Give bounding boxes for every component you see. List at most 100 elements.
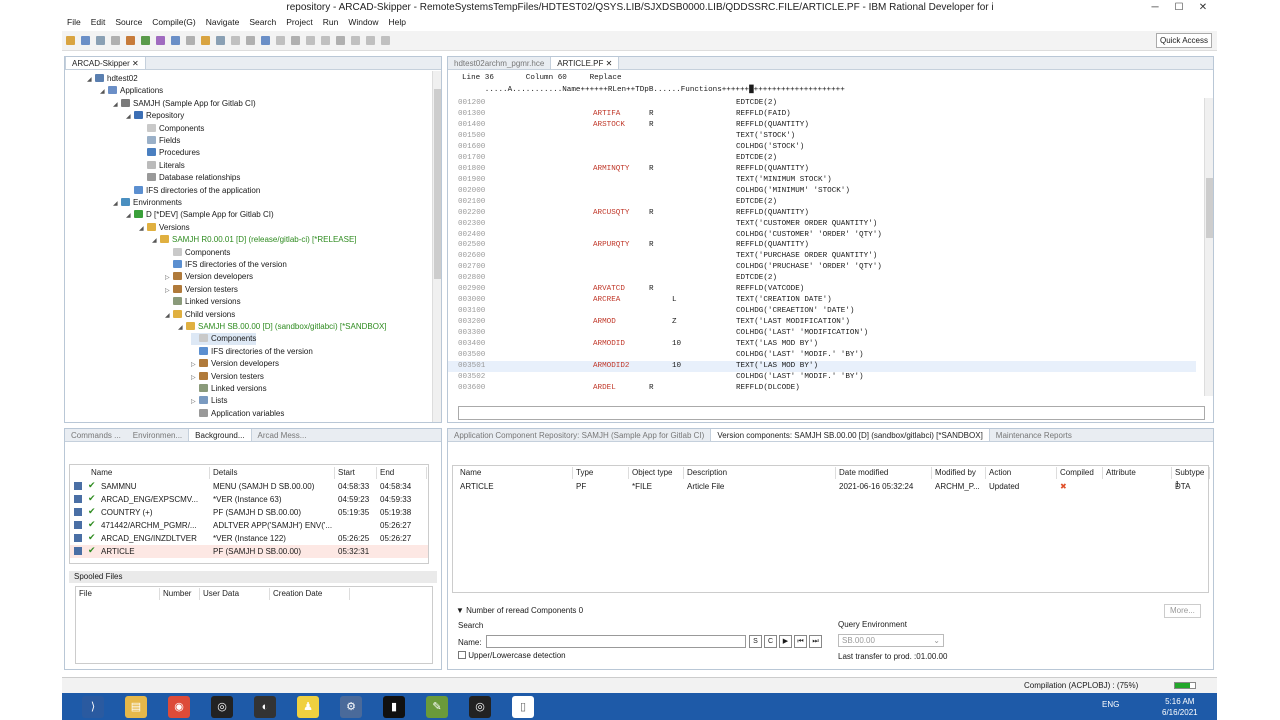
close-icon[interactable]: ✕ xyxy=(1192,0,1214,16)
expand-toggle-icon[interactable]: ◢ xyxy=(178,322,184,334)
expand-toggle-icon[interactable]: ▷ xyxy=(165,285,171,297)
expand-toggle-icon[interactable]: ▷ xyxy=(191,359,197,371)
tree-item[interactable]: Components xyxy=(191,333,257,346)
toolbar-icon-4[interactable] xyxy=(126,36,135,45)
toolbar-icon-8[interactable] xyxy=(186,36,195,45)
expand-toggle-icon[interactable]: ▷ xyxy=(165,272,171,284)
column-header[interactable]: Name xyxy=(457,467,573,479)
case-checkbox[interactable]: Upper/Lowercase detection xyxy=(458,651,566,660)
checkbox-box[interactable] xyxy=(458,651,466,659)
toolbar-icon-3[interactable] xyxy=(111,36,120,45)
column-header[interactable]: Name xyxy=(88,467,210,479)
toolbar-icon-0[interactable] xyxy=(66,36,75,45)
expand-toggle-icon[interactable]: ◢ xyxy=(165,310,171,322)
toolbar-icon-15[interactable] xyxy=(291,36,300,45)
tab-environmen[interactable]: Environmen... xyxy=(127,429,188,441)
toolbar-icon-18[interactable] xyxy=(336,36,345,45)
tree-item[interactable]: IFS directories of the version xyxy=(191,346,313,358)
obs-app-icon[interactable]: ◎ xyxy=(469,696,491,718)
vpn-icon[interactable]: ◐ xyxy=(254,696,276,718)
expand-toggle-icon[interactable]: ◢ xyxy=(87,74,93,86)
name-search-input[interactable] xyxy=(486,635,746,648)
tree-item[interactable]: Components xyxy=(165,247,230,259)
menu-item-compileg[interactable]: Compile(G) xyxy=(147,16,200,29)
tab-background[interactable]: Background... xyxy=(188,429,252,441)
menu-item-window[interactable]: Window xyxy=(343,16,383,29)
menu-item-help[interactable]: Help xyxy=(384,16,411,29)
file-explorer-icon[interactable]: ▤ xyxy=(125,696,147,718)
tab-arcad-skipper[interactable]: ARCAD-Skipper ✕ xyxy=(65,57,146,69)
tree-item[interactable]: ▷ Version testers xyxy=(165,284,238,296)
table-row[interactable]: ARTICLE PF *FILE Article File 2021-06-16 05:… xyxy=(453,480,1208,493)
toolbar-icon-12[interactable] xyxy=(246,36,255,45)
expand-toggle-icon[interactable]: ◢ xyxy=(100,86,106,98)
toolbar-icon-1[interactable] xyxy=(81,36,90,45)
table-row[interactable]: ✔ COUNTRY (+) PF (SAMJH D SB.00.00) 05:19:3… xyxy=(70,506,428,519)
menu-item-source[interactable]: Source xyxy=(110,16,147,29)
tree-item[interactable]: ◢ Versions xyxy=(139,222,190,234)
tree-item[interactable]: Literals xyxy=(139,160,185,172)
tab-commands[interactable]: Commands ... xyxy=(65,429,127,441)
search-nav-button-2[interactable]: ▶ xyxy=(779,635,792,648)
column-header[interactable]: Description xyxy=(684,467,836,479)
more-button[interactable]: More... xyxy=(1164,604,1201,618)
search-nav-button-4[interactable]: ⏭ xyxy=(809,635,822,648)
tab-maintenance-reports[interactable]: Maintenance Reports xyxy=(990,429,1078,441)
tree-item[interactable]: ◢ Child versions xyxy=(165,309,235,321)
tree-item[interactable]: ▷ Version testers xyxy=(191,371,264,383)
expand-toggle-icon[interactable]: ◢ xyxy=(113,99,119,111)
tree-item[interactable]: ◢ SAMJH (Sample App for Gitlab CI) xyxy=(113,98,256,110)
expand-toggle-icon[interactable]: ◢ xyxy=(126,210,132,222)
column-header[interactable]: Details xyxy=(210,467,335,479)
search-nav-button-3[interactable]: ⏮ xyxy=(794,635,807,648)
tree-item[interactable]: Database relationships xyxy=(139,172,240,184)
menu-item-navigate[interactable]: Navigate xyxy=(201,16,245,29)
tree-item[interactable]: ▷ Version developers xyxy=(165,271,253,283)
ibm-rdi-icon[interactable]: ♟ xyxy=(297,696,319,718)
toolbar-icon-5[interactable] xyxy=(141,36,150,45)
tab-article-pf[interactable]: ARTICLE.PF ✕ xyxy=(550,57,620,69)
editor-icon[interactable]: ✎ xyxy=(426,696,448,718)
tree-item[interactable]: Fields xyxy=(139,135,180,147)
toolbar-icon-14[interactable] xyxy=(276,36,285,45)
toolbar-icon-6[interactable] xyxy=(156,36,165,45)
settings-icon[interactable]: ⚙ xyxy=(340,696,362,718)
menu-item-search[interactable]: Search xyxy=(244,16,281,29)
tree-item[interactable]: ◢ SAMJH R0.00.01 [D] (release/gitlab-ci) … xyxy=(152,234,357,246)
expand-toggle-icon[interactable]: ◢ xyxy=(113,198,119,210)
toolbar-icon-7[interactable] xyxy=(171,36,180,45)
toolbar-icon-2[interactable] xyxy=(96,36,105,45)
tree-item[interactable]: ◢ SAMJH SB.00.00 [D] (sandbox/gitlabci) [… xyxy=(178,321,387,333)
table-row[interactable]: ✔ ARCAD_ENG/EXPSCMV... *VER (Instance 63) 0… xyxy=(70,493,428,506)
tab-hce-file[interactable]: hdtest02archm_pgmr.hce xyxy=(448,57,550,69)
menu-item-run[interactable]: Run xyxy=(318,16,344,29)
expand-toggle-icon[interactable]: ◢ xyxy=(152,235,158,247)
column-header[interactable]: Start xyxy=(335,467,377,479)
column-header[interactable]: Creation Date xyxy=(270,588,350,600)
powershell-icon[interactable]: ⟩ xyxy=(82,696,104,718)
expand-toggle-icon[interactable]: ▷ xyxy=(191,396,197,408)
tree-item[interactable]: ◢ hdtest02 xyxy=(87,73,138,85)
document-icon[interactable]: ▯ xyxy=(512,696,534,718)
table-row[interactable]: ✔ ARCAD_ENG/INZDLTVER *VER (Instance 122) 0… xyxy=(70,532,428,545)
table-row[interactable]: ✔ ARTICLE PF (SAMJH D SB.00.00) 05:32:31 xyxy=(70,545,428,558)
tree-item[interactable]: ◢ D [*DEV] (Sample App for Gitlab CI) xyxy=(126,209,274,221)
tree-item[interactable]: Linked versions xyxy=(165,296,241,308)
column-header[interactable]: File xyxy=(76,588,160,600)
column-header[interactable]: Modified by xyxy=(932,467,986,479)
tree-item[interactable]: Linked versions xyxy=(191,383,267,395)
column-header[interactable]: Type xyxy=(573,467,629,479)
menu-item-file[interactable]: File xyxy=(62,16,86,29)
tree-item[interactable]: ◢ Repository xyxy=(126,110,184,122)
menu-item-project[interactable]: Project xyxy=(281,16,317,29)
table-row[interactable]: ✔ SAMMNU MENU (SAMJH D SB.00.00) 04:58:33 04… xyxy=(70,480,428,493)
toolbar-icon-20[interactable] xyxy=(366,36,375,45)
tab-component-repository[interactable]: Application Component Repository: SAMJH … xyxy=(448,429,710,441)
maximize-icon[interactable]: ☐ xyxy=(1168,0,1190,16)
tree-item[interactable]: Application variables xyxy=(191,408,284,420)
toolbar-icon-11[interactable] xyxy=(231,36,240,45)
tree-item[interactable]: ▷ Lists xyxy=(191,395,227,407)
column-header[interactable]: Object type xyxy=(629,467,684,479)
toolbar-icon-9[interactable] xyxy=(201,36,210,45)
column-header[interactable]: Action xyxy=(986,467,1057,479)
